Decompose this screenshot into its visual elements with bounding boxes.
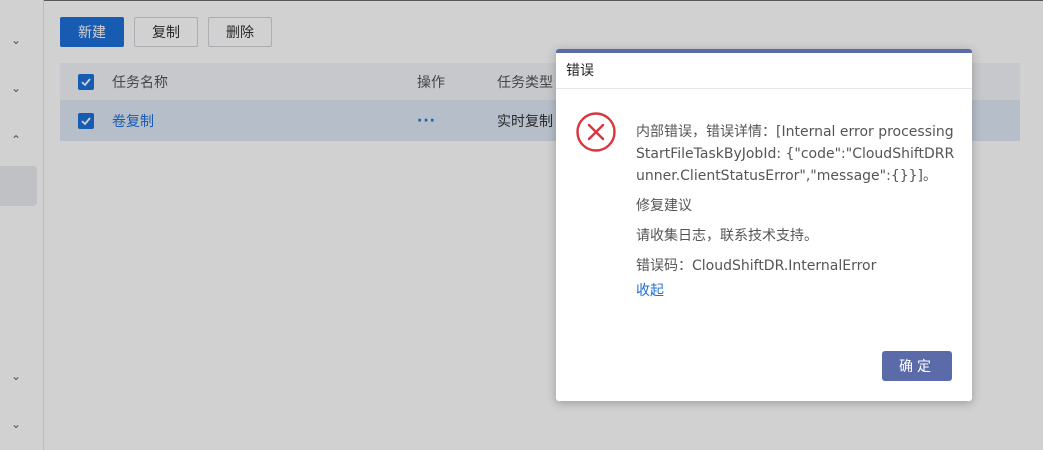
dialog-body: 内部错误，错误详情：[Internal error processing Sta…: [636, 121, 956, 310]
error-dialog: 错误 内部错误，错误详情：[Internal error processing …: [556, 49, 972, 401]
ok-button[interactable]: 确定: [882, 351, 952, 381]
collapse-link[interactable]: 收起: [636, 280, 956, 302]
error-icon: [576, 112, 616, 152]
suggestion-title: 修复建议: [636, 198, 692, 214]
error-message: 内部错误，错误详情：[Internal error processing Sta…: [636, 124, 955, 184]
dialog-title: 错误: [556, 53, 972, 89]
suggestion-text: 请收集日志，联系技术支持。: [636, 228, 818, 244]
error-code: 错误码：CloudShiftDR.InternalError: [636, 258, 877, 274]
